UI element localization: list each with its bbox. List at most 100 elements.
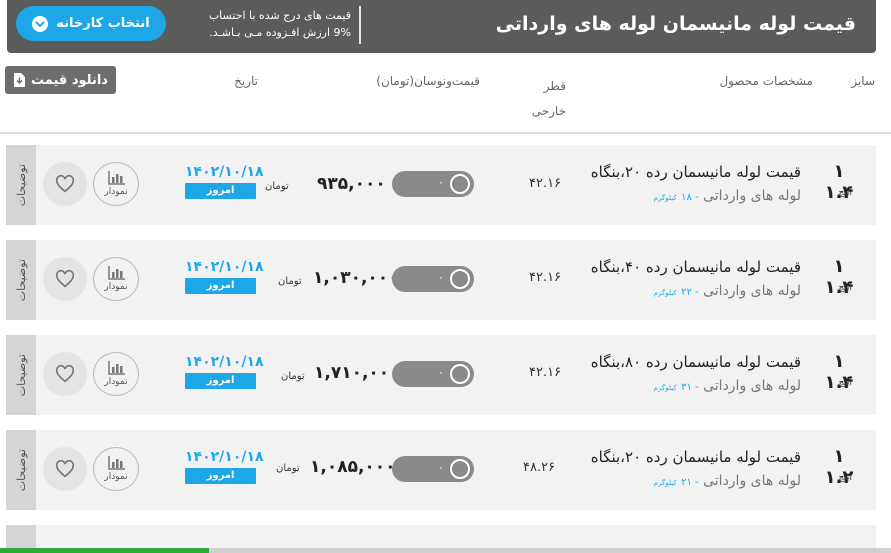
- vat-note-line1: قیمت های درج شده با احتساب: [208, 9, 351, 22]
- price-value: ۱,۰۳۰,۰۰۰: [313, 268, 399, 288]
- price-value: ۱,۷۱۰,۰۰۰: [314, 363, 400, 383]
- fluctuation-value: ۰: [438, 366, 444, 379]
- bar-chart-icon: [108, 171, 125, 185]
- product-name[interactable]: قیمت لوله مانیسمان رده ۸۰،بنگاه: [591, 353, 801, 371]
- fluctuation-value: ۰: [438, 461, 444, 474]
- size-unit: اینچ: [838, 188, 852, 198]
- heart-icon: [55, 270, 75, 288]
- bottom-progress-bar: [0, 548, 891, 553]
- weight-unit: کیلوگرم: [653, 479, 677, 487]
- category-name: لوله های وارداتی: [703, 188, 801, 204]
- bar-chart-icon: [108, 266, 125, 280]
- fluctuation-value: ۰: [438, 271, 444, 284]
- page-header: قیمت لوله مانیسمان لوله های وارداتی قیمت…: [7, 0, 876, 53]
- fluctuation-toggle[interactable]: ۰: [392, 456, 474, 482]
- today-badge: امروز: [185, 468, 256, 484]
- weight-value: ۱۸: [681, 192, 692, 203]
- header-divider: [359, 6, 361, 44]
- toggle-knob: [450, 459, 470, 479]
- bottom-progress-track: [209, 548, 891, 553]
- row-details-tab[interactable]: توضیحات: [6, 335, 36, 415]
- weight-value: ۲۲: [681, 287, 692, 298]
- product-category: لوله های وارداتی - ۲۱ کیلوگرم: [653, 473, 801, 489]
- chart-button-label: نمودار: [104, 472, 128, 482]
- price-unit: تومان: [281, 371, 305, 382]
- toggle-knob: [450, 269, 470, 289]
- table-row: توضیحات نمودار ۱۴۰۲/۱۰/۱۸ امروز تومان ۱,…: [6, 430, 876, 510]
- today-badge: امروز: [185, 373, 256, 389]
- col-header-od-line2: خارجی: [531, 104, 566, 118]
- chart-button[interactable]: نمودار: [93, 352, 139, 396]
- weight-value: ۲۱: [681, 477, 692, 488]
- price-value: ۱,۰۸۵,۰۰۰: [310, 457, 396, 477]
- price-date: ۱۴۰۲/۱۰/۱۸: [185, 164, 264, 180]
- page-title: قیمت لوله مانیسمان لوله های وارداتی: [495, 13, 856, 35]
- favorite-button[interactable]: [43, 162, 87, 206]
- row-details-tab[interactable]: توضیحات: [6, 430, 36, 510]
- toggle-knob: [450, 174, 470, 194]
- price-value: ۹۳۵,۰۰۰: [317, 174, 386, 194]
- row-details-label: توضیحات: [14, 258, 28, 302]
- download-price-button[interactable]: دانلود قیمت: [5, 66, 116, 94]
- product-category: لوله های وارداتی - ۲۲ کیلوگرم: [653, 283, 801, 299]
- today-badge: امروز: [185, 183, 256, 199]
- product-category: لوله های وارداتی - ۱۸ کیلوگرم: [653, 188, 801, 204]
- size-unit: اینچ: [838, 378, 852, 388]
- price-unit: تومان: [278, 276, 302, 287]
- chart-button[interactable]: نمودار: [93, 257, 139, 301]
- product-name[interactable]: قیمت لوله مانیسمان رده ۴۰،بنگاه: [591, 258, 801, 276]
- table-row: توضیحات نمودار ۱۴۰۲/۱۰/۱۸ امروز تومان ۱,…: [6, 335, 876, 415]
- weight-unit: کیلوگرم: [653, 289, 677, 297]
- price-date: ۱۴۰۲/۱۰/۱۸: [185, 354, 264, 370]
- row-details-tab[interactable]: توضیحات: [6, 240, 36, 320]
- chart-button-label: نمودار: [104, 187, 128, 197]
- col-header-spec: مشخصات محصول: [719, 74, 813, 88]
- size-unit: اینچ: [838, 283, 852, 293]
- chart-button[interactable]: نمودار: [93, 447, 139, 491]
- outer-diameter: ۴۲.۱۶: [529, 270, 562, 285]
- row-details-tab[interactable]: توضیحات: [6, 145, 36, 225]
- weight-value: ۳۱: [681, 382, 692, 393]
- table-row: توضیحات نمودار ۱۴۰۲/۱۰/۱۸ امروز تومان ۹۳…: [6, 145, 876, 225]
- heart-icon: [55, 460, 75, 478]
- outer-diameter: ۴۲.۱۶: [529, 365, 562, 380]
- category-name: لوله های وارداتی: [703, 378, 801, 394]
- favorite-button[interactable]: [43, 352, 87, 396]
- vat-note-line2: 9% ارزش افـزوده مـی بـاشـد.: [209, 26, 351, 39]
- table-row-partial: [6, 525, 876, 548]
- product-category: لوله های وارداتی - ۳۱ کیلوگرم: [653, 378, 801, 394]
- favorite-button[interactable]: [43, 257, 87, 301]
- row-details-label: توضیحات: [14, 448, 28, 492]
- price-date: ۱۴۰۲/۱۰/۱۸: [185, 259, 264, 275]
- fluctuation-value: ۰: [438, 176, 444, 189]
- heart-icon: [55, 175, 75, 193]
- col-header-price: قیمت‌ونوسان(تومان): [376, 74, 480, 88]
- category-name: لوله های وارداتی: [703, 473, 801, 489]
- outer-diameter: ۴۸.۲۶: [523, 460, 556, 475]
- fluctuation-toggle[interactable]: ۰: [392, 171, 474, 197]
- product-name[interactable]: قیمت لوله مانیسمان رده ۲۰،بنگاه: [591, 448, 801, 466]
- select-factory-label: انتخاب کارخانه: [56, 16, 150, 31]
- select-factory-button[interactable]: انتخاب کارخانه: [16, 6, 166, 41]
- fluctuation-toggle[interactable]: ۰: [392, 361, 474, 387]
- toggle-knob: [450, 364, 470, 384]
- chart-button-label: نمودار: [104, 377, 128, 387]
- col-header-od-line1: قطر: [543, 79, 566, 93]
- col-header-date: تاریخ: [234, 74, 258, 88]
- weight-unit: کیلوگرم: [653, 384, 677, 392]
- price-date: ۱۴۰۲/۱۰/۱۸: [185, 449, 264, 465]
- fluctuation-toggle[interactable]: ۰: [392, 266, 474, 292]
- row-details-label: توضیحات: [14, 163, 28, 207]
- today-badge: امروز: [185, 278, 256, 294]
- download-price-label: دانلود قیمت: [31, 72, 108, 88]
- bar-chart-icon: [108, 361, 125, 375]
- favorite-button[interactable]: [43, 447, 87, 491]
- row-details-label: توضیحات: [14, 353, 28, 397]
- weight-unit: کیلوگرم: [653, 194, 677, 202]
- bar-chart-icon: [108, 456, 125, 470]
- row-details-tab: [6, 525, 36, 548]
- product-name[interactable]: قیمت لوله مانیسمان رده ۲۰،بنگاه: [591, 163, 801, 181]
- chart-button[interactable]: نمودار: [93, 162, 139, 206]
- vat-note: قیمت های درج شده با احتساب 9% ارزش افـزو…: [183, 7, 351, 41]
- chart-button-label: نمودار: [104, 282, 128, 292]
